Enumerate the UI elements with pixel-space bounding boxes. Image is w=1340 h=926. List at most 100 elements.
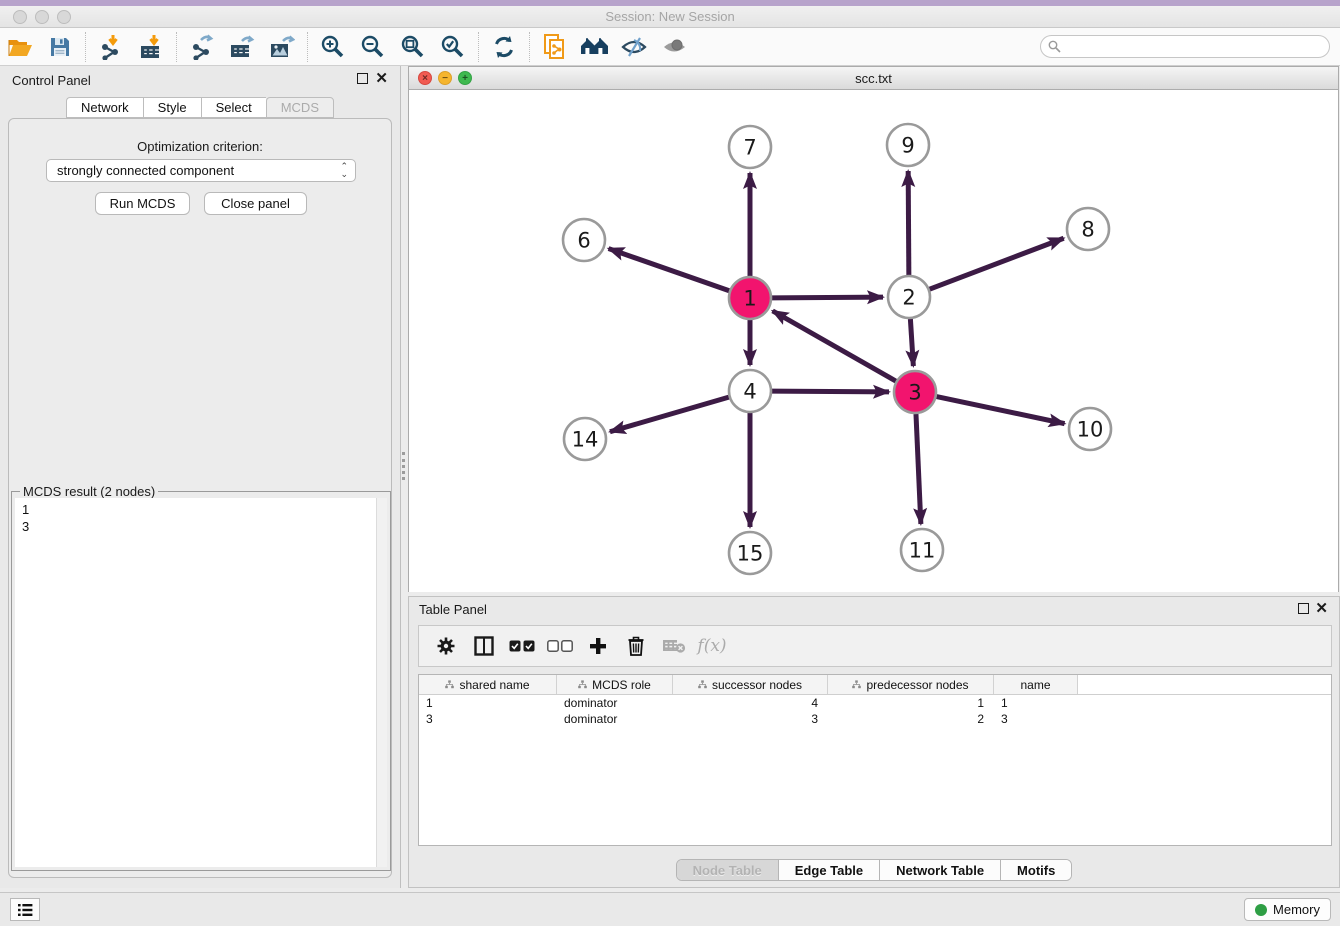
show-graphics-details-icon[interactable] xyxy=(655,30,695,64)
table-cell[interactable]: 1 xyxy=(419,695,557,711)
graph-node-label: 1 xyxy=(743,287,756,311)
memory-button[interactable]: Memory xyxy=(1244,898,1331,921)
add-row-icon[interactable] xyxy=(579,628,617,664)
network-window-title: scc.txt xyxy=(409,71,1338,86)
table-toolbar: f(x) xyxy=(418,625,1332,667)
float-table-panel-icon[interactable] xyxy=(1298,603,1309,614)
graph-edge-2-9[interactable] xyxy=(908,171,909,275)
graph-node-label: 6 xyxy=(577,229,590,253)
column-header-predecessor-nodes[interactable]: predecessor nodes xyxy=(828,675,994,694)
list-icon xyxy=(17,903,33,917)
delete-table-icon[interactable] xyxy=(655,628,693,664)
graph-edge-2-8[interactable] xyxy=(930,238,1064,289)
status-bar: Memory xyxy=(0,892,1340,926)
graph-edge-3-11[interactable] xyxy=(916,414,921,524)
tab-edge-table[interactable]: Edge Table xyxy=(779,860,880,880)
save-session-icon[interactable] xyxy=(40,30,80,64)
refresh-layout-icon[interactable] xyxy=(484,30,524,64)
column-header-shared-name[interactable]: shared name xyxy=(419,675,557,694)
optimization-criterion-select[interactable]: strongly connected component ⌃⌄ xyxy=(46,159,356,182)
graph-node-label: 14 xyxy=(572,428,599,452)
mcds-result-title: MCDS result (2 nodes) xyxy=(20,484,158,499)
graph-edge-3-1[interactable] xyxy=(773,311,896,381)
graph-edge-2-3[interactable] xyxy=(910,319,913,366)
network-from-selection-icon[interactable] xyxy=(535,30,575,64)
memory-label: Memory xyxy=(1273,902,1320,917)
show-columns-icon[interactable] xyxy=(465,628,503,664)
graph-edge-4-14[interactable] xyxy=(610,397,729,432)
toolbar-separator xyxy=(307,32,308,62)
table-cell[interactable]: 2 xyxy=(828,711,994,727)
toolbar-separator xyxy=(478,32,479,62)
zoom-out-icon[interactable] xyxy=(353,30,393,64)
table-row[interactable]: 3dominator323 xyxy=(419,711,1331,727)
graph-node-label: 2 xyxy=(902,286,915,310)
import-table-icon[interactable] xyxy=(131,30,171,64)
table-tabs: Node Table Edge Table Network Table Moti… xyxy=(676,859,1073,881)
open-session-icon[interactable] xyxy=(0,30,40,64)
hierarchy-icon xyxy=(445,680,454,689)
deselect-all-rows-icon[interactable] xyxy=(541,628,579,664)
float-panel-icon[interactable] xyxy=(357,73,368,84)
network-window-titlebar[interactable]: × − + scc.txt xyxy=(409,67,1338,90)
graph-node-label: 7 xyxy=(743,136,756,160)
result-scrollbar[interactable] xyxy=(376,498,387,867)
table-settings-icon[interactable] xyxy=(427,628,465,664)
function-builder-icon[interactable]: f(x) xyxy=(693,628,731,664)
task-history-button[interactable] xyxy=(10,898,40,921)
table-row[interactable]: 1dominator411 xyxy=(419,695,1331,711)
table-cell[interactable]: 3 xyxy=(994,711,1078,727)
network-canvas[interactable]: 7968124314101511 xyxy=(409,90,1338,592)
delete-row-icon[interactable] xyxy=(617,628,655,664)
select-all-rows-icon[interactable] xyxy=(503,628,541,664)
tab-node-table[interactable]: Node Table xyxy=(677,860,779,880)
graph-edge-4-3[interactable] xyxy=(772,391,889,392)
close-table-panel-icon[interactable]: ✕ xyxy=(1315,599,1328,617)
import-network-icon[interactable] xyxy=(91,30,131,64)
export-image-icon[interactable] xyxy=(262,30,302,64)
column-header-name[interactable]: name xyxy=(994,675,1078,694)
node-table[interactable]: shared nameMCDS rolesuccessor nodesprede… xyxy=(418,674,1332,846)
hierarchy-icon xyxy=(698,680,707,689)
column-header-MCDS-role[interactable]: MCDS role xyxy=(557,675,673,694)
table-cell[interactable]: 1 xyxy=(828,695,994,711)
zoom-in-icon[interactable] xyxy=(313,30,353,64)
tab-motifs[interactable]: Motifs xyxy=(1001,860,1071,880)
search-field[interactable] xyxy=(1040,35,1330,58)
zoom-selected-icon[interactable] xyxy=(433,30,473,64)
export-network-icon[interactable] xyxy=(182,30,222,64)
optimization-criterion-label: Optimization criterion: xyxy=(9,139,391,154)
network-view-window: × − + scc.txt 7968124314101511 xyxy=(408,66,1339,592)
table-header-row: shared nameMCDS rolesuccessor nodesprede… xyxy=(419,675,1331,695)
vertical-splitter-grip[interactable] xyxy=(402,452,406,480)
search-input[interactable] xyxy=(1065,40,1315,54)
mcds-result-text[interactable]: 13 xyxy=(15,498,375,867)
zoom-fit-icon[interactable] xyxy=(393,30,433,64)
column-header-successor-nodes[interactable]: successor nodes xyxy=(673,675,828,694)
tab-style[interactable]: Style xyxy=(143,97,201,118)
tab-network[interactable]: Network xyxy=(66,97,143,118)
tab-select[interactable]: Select xyxy=(201,97,266,118)
main-toolbar xyxy=(0,28,1340,66)
export-table-icon[interactable] xyxy=(222,30,262,64)
tab-mcds[interactable]: MCDS xyxy=(266,97,334,118)
run-mcds-button[interactable]: Run MCDS xyxy=(95,192,190,215)
table-cell[interactable]: 1 xyxy=(994,695,1078,711)
tab-network-table[interactable]: Network Table xyxy=(880,860,1001,880)
control-panel-title: Control Panel xyxy=(12,73,91,88)
table-cell[interactable]: dominator xyxy=(557,711,673,727)
graph-node-label: 8 xyxy=(1081,218,1094,242)
table-cell[interactable]: dominator xyxy=(557,695,673,711)
graph-edge-1-2[interactable] xyxy=(772,297,883,298)
close-panel-icon[interactable]: ✕ xyxy=(375,69,388,87)
home-icon[interactable] xyxy=(575,30,615,64)
graph-edge-1-6[interactable] xyxy=(609,249,730,291)
close-panel-button[interactable]: Close panel xyxy=(204,192,307,215)
result-line: 1 xyxy=(22,501,375,518)
graph-node-label: 3 xyxy=(908,381,921,405)
table-cell[interactable]: 3 xyxy=(673,711,828,727)
hide-graphics-details-icon[interactable] xyxy=(615,30,655,64)
table-cell[interactable]: 4 xyxy=(673,695,828,711)
graph-edge-3-10[interactable] xyxy=(937,397,1065,424)
table-cell[interactable]: 3 xyxy=(419,711,557,727)
